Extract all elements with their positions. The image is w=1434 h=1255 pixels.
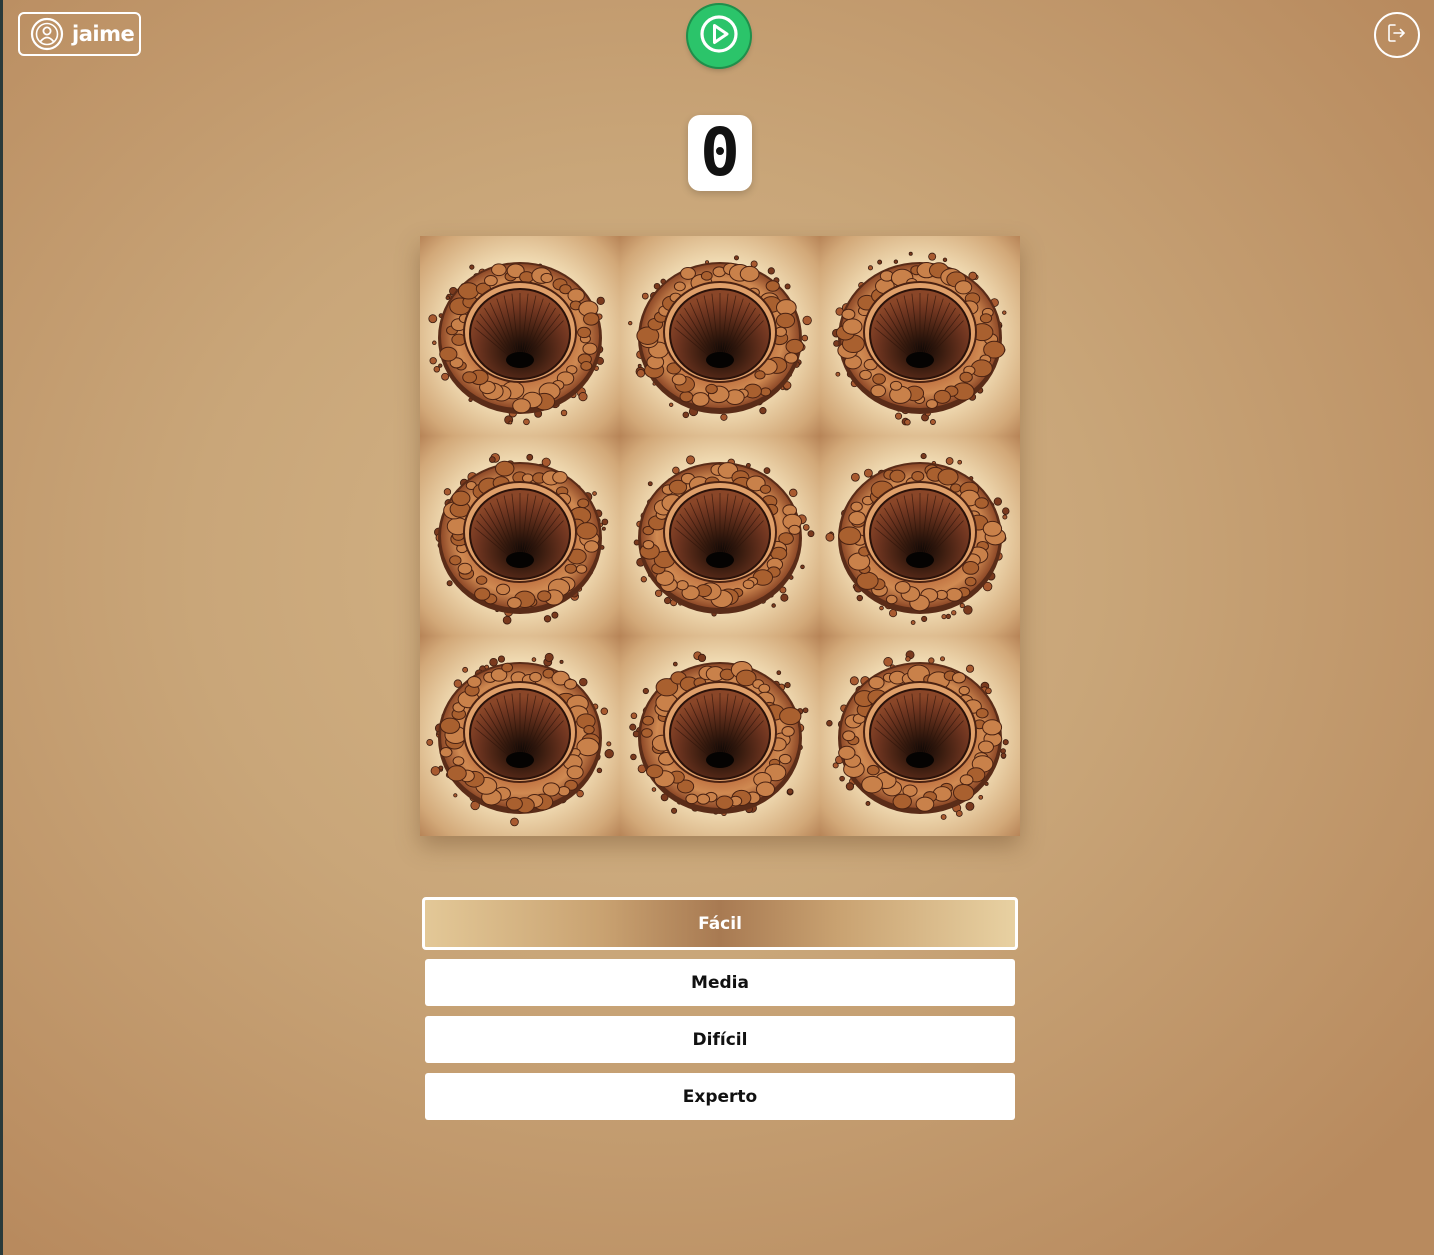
user-circle-icon — [30, 17, 64, 51]
board-cell-8[interactable] — [620, 636, 820, 836]
score-display: 0 — [688, 115, 752, 191]
difficulty-label: Fácil — [698, 913, 742, 934]
difficulty-dificil-button[interactable]: Difícil — [425, 1016, 1015, 1063]
play-icon — [697, 12, 741, 60]
difficulty-media-button[interactable]: Media — [425, 959, 1015, 1006]
game-board — [420, 236, 1020, 836]
board-cell-7[interactable] — [420, 636, 620, 836]
board-cell-4[interactable] — [420, 436, 620, 636]
difficulty-experto-button[interactable]: Experto — [425, 1073, 1015, 1120]
play-button[interactable] — [688, 5, 750, 67]
board-cell-1[interactable] — [420, 236, 620, 436]
board-cell-9[interactable] — [820, 636, 1020, 836]
score-value: 0 — [700, 114, 740, 191]
board-cell-2[interactable] — [620, 236, 820, 436]
username: jaime — [72, 22, 135, 46]
logout-icon — [1386, 22, 1408, 48]
window-edge — [0, 0, 3, 1255]
difficulty-label: Media — [691, 972, 749, 993]
difficulty-facil-button[interactable]: Fácil — [422, 897, 1018, 950]
logout-button[interactable] — [1374, 12, 1420, 58]
difficulty-label: Experto — [682, 1086, 758, 1107]
board-cell-6[interactable] — [820, 436, 1020, 636]
user-profile-button[interactable]: jaime — [18, 12, 141, 56]
board-cell-5[interactable] — [620, 436, 820, 636]
difficulty-label: Difícil — [692, 1029, 748, 1050]
board-cell-3[interactable] — [820, 236, 1020, 436]
